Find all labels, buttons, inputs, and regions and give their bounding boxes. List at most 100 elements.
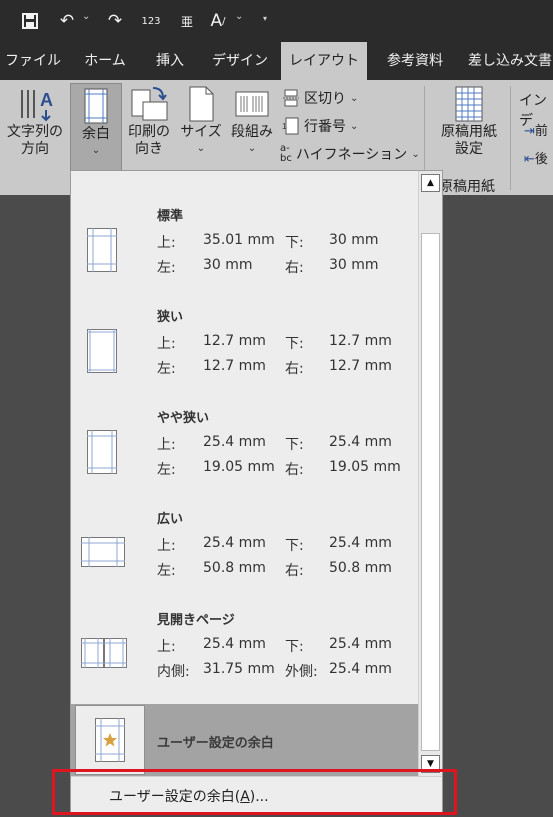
margin-top-label: 上: <box>157 336 176 352</box>
margin-top-label: 上: <box>157 639 176 655</box>
tab-file[interactable]: ファイル <box>0 42 66 80</box>
margin-right-value: 19.05 mm <box>329 459 401 475</box>
margin-option-mirrored[interactable]: 見開きページ 上: 25.4 mm 下: 25.4 mm 内側: 31.75 m… <box>71 595 418 696</box>
margin-top-label: 上: <box>157 437 176 453</box>
margin-left-label: 左: <box>157 563 176 579</box>
margin-left-label: 左: <box>157 462 176 478</box>
margin-bottom-value: 25.4 mm <box>329 434 392 450</box>
margin-top-value: 35.01 mm <box>203 232 275 248</box>
custom-margins-command[interactable]: ユーザー設定の余白(A)... <box>71 776 442 812</box>
margin-bottom-label: 下: <box>285 336 304 352</box>
scroll-up-icon[interactable]: ▲ <box>421 174 440 192</box>
tab-design[interactable]: デザイン <box>206 42 274 80</box>
size-button[interactable]: サイズ ⌄ <box>178 84 224 174</box>
tab-mailings[interactable]: 差し込み文書 <box>468 42 553 80</box>
margin-left-value: 50.8 mm <box>203 560 266 576</box>
orientation-label-1: 印刷の <box>128 124 170 140</box>
margin-bottom-value: 30 mm <box>329 232 379 248</box>
indent-left-icon[interactable]: ⇥前 <box>524 120 548 139</box>
margin-left-label: 左: <box>157 260 176 276</box>
tab-insert[interactable]: 挿入 <box>146 42 194 80</box>
margin-right-label: 右: <box>285 462 304 478</box>
margins-icon <box>84 88 108 124</box>
undo-dropdown-icon[interactable]: ⌄ <box>82 11 90 22</box>
margin-left-value: 19.05 mm <box>203 459 275 475</box>
margins-dropdown: 標準 上: 35.01 mm 下: 30 mm 左: 30 mm 右: 30 m… <box>70 170 443 812</box>
custom-margins-label: ユーザー設定の余白(A)... <box>109 786 269 806</box>
margin-top-label: 上: <box>157 538 176 554</box>
chevron-down-icon: ⌄ <box>350 120 359 132</box>
custom-margin-title: ユーザー設定の余白 <box>157 736 274 751</box>
text-effects-icon[interactable]: A / <box>206 8 230 34</box>
hyphenation-button[interactable]: a-bc ハイフネーション ⌄ <box>280 143 420 165</box>
orientation-button[interactable]: 印刷の 向き <box>124 84 174 174</box>
text-direction-button[interactable]: A 文字列の 方向 <box>2 84 68 174</box>
margin-inside-value: 31.75 mm <box>203 661 275 677</box>
line-numbers-button[interactable]: 1 行番号 ⌄ <box>282 115 358 137</box>
orientation-icon <box>131 87 168 121</box>
chevron-down-icon: ⌄ <box>350 92 359 104</box>
undo-icon[interactable]: ↶ <box>56 8 78 34</box>
margin-option-title: 標準 <box>157 209 184 224</box>
indent-left-glyph: 前 <box>534 124 548 139</box>
margin-bottom-label: 下: <box>285 639 304 655</box>
text-direction-label-1: 文字列の <box>7 124 63 140</box>
indent-right-glyph: 後 <box>534 152 548 167</box>
hyphenation-glyph-2: bc <box>280 153 292 164</box>
text-direction-icon: A <box>21 90 53 122</box>
chevron-down-icon: ⌄ <box>196 143 206 154</box>
chevron-down-icon: ⌄ <box>411 148 420 160</box>
redo-icon[interactable]: ↷ <box>104 8 126 34</box>
save-icon[interactable] <box>18 8 42 34</box>
margin-top-value: 25.4 mm <box>203 434 266 450</box>
margin-right-label: 右: <box>285 260 304 276</box>
ruby-icon[interactable]: 亜 <box>176 8 198 34</box>
tab-references[interactable]: 参考資料 <box>376 42 454 80</box>
margin-bottom-value: 25.4 mm <box>329 535 392 551</box>
margin-mirrored-icon <box>81 638 127 668</box>
margin-option-wide[interactable]: 広い 上: 25.4 mm 下: 25.4 mm 左: 50.8 mm 右: 5… <box>71 494 418 595</box>
size-icon <box>189 86 214 122</box>
margin-option-custom[interactable]: ユーザー設定の余白 <box>71 704 418 776</box>
margin-bottom-value: 12.7 mm <box>329 333 392 349</box>
margin-bottom-label: 下: <box>285 437 304 453</box>
scrollbar-thumb[interactable] <box>421 233 440 751</box>
margin-option-narrow[interactable]: 狭い 上: 12.7 mm 下: 12.7 mm 左: 12.7 mm 右: 1… <box>71 292 418 393</box>
margin-right-value: 50.8 mm <box>329 560 392 576</box>
breaks-label: 区切り <box>304 91 346 107</box>
text-effects-dropdown-icon[interactable]: ⌄ <box>235 11 243 22</box>
indent-right-icon[interactable]: ⇤後 <box>524 148 548 167</box>
breaks-button[interactable]: 区切り ⌄ <box>282 87 358 109</box>
customize-qat-icon[interactable]: ▾ <box>263 14 267 23</box>
columns-button[interactable]: 段組み ⌄ <box>228 84 276 174</box>
margins-label: 余白 <box>82 126 110 142</box>
margins-button[interactable]: 余白 ⌄ <box>70 83 122 171</box>
margin-option-title: 見開きページ <box>157 613 235 628</box>
margin-outside-value: 25.4 mm <box>329 661 392 677</box>
margin-top-value: 25.4 mm <box>203 636 266 652</box>
margin-option-normal[interactable]: 標準 上: 35.01 mm 下: 30 mm 左: 30 mm 右: 30 m… <box>71 191 418 292</box>
genko-group-label: 原稿用紙 <box>439 179 495 195</box>
dropdown-scrollbar[interactable]: ▲ ▼ <box>418 171 442 776</box>
genko-label-1: 原稿用紙 <box>441 124 497 140</box>
margin-option-moderate[interactable]: やや狭い 上: 25.4 mm 下: 25.4 mm 左: 19.05 mm 右… <box>71 393 418 494</box>
ribbon-separator <box>510 86 511 190</box>
quick-access-toolbar: ↶ ⌄ ↷ 123 亜 A / ⌄ ▾ <box>0 0 553 42</box>
custom-margin-thumbnail <box>75 705 145 775</box>
margin-bottom-label: 下: <box>285 538 304 554</box>
orientation-label-2: 向き <box>135 141 163 157</box>
margin-normal-icon <box>87 228 117 272</box>
margin-outside-label: 外側: <box>285 664 318 680</box>
genko-settings-button[interactable]: 原稿用紙 設定 <box>432 84 506 170</box>
margin-option-title: 狭い <box>157 310 184 325</box>
margin-moderate-icon <box>87 430 117 474</box>
margin-bottom-value: 25.4 mm <box>329 636 392 652</box>
tab-home[interactable]: ホーム <box>72 42 138 80</box>
tab-layout[interactable]: レイアウト <box>281 42 367 80</box>
margin-right-label: 右: <box>285 563 304 579</box>
margins-list: 標準 上: 35.01 mm 下: 30 mm 左: 30 mm 右: 30 m… <box>71 171 418 776</box>
margin-right-value: 12.7 mm <box>329 358 392 374</box>
scroll-down-icon[interactable]: ▼ <box>421 755 440 773</box>
size-label: サイズ <box>180 124 222 140</box>
numbering-icon[interactable]: 123 <box>140 8 162 34</box>
